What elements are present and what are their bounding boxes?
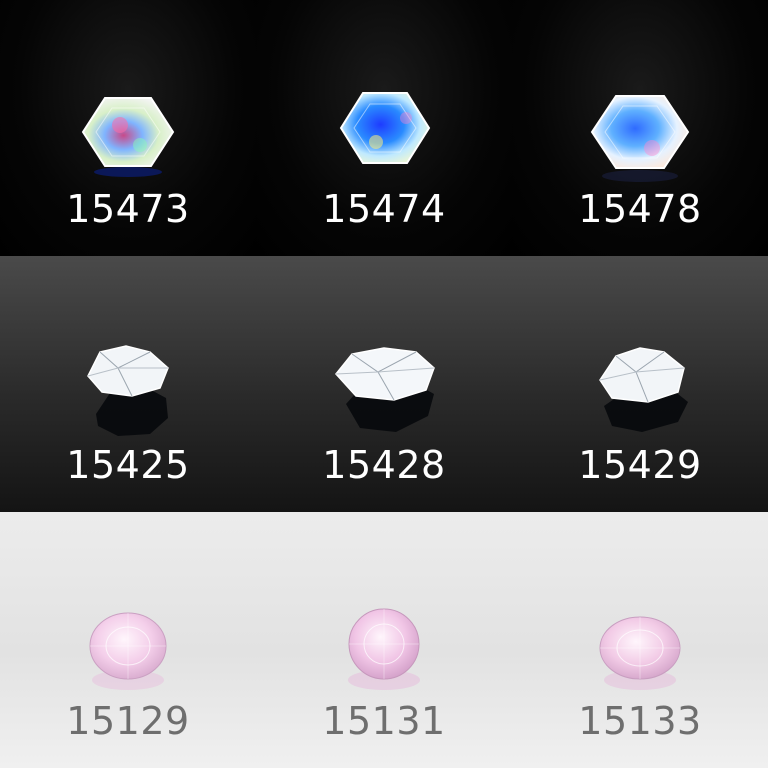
gem-id-label: 15474 bbox=[322, 187, 446, 231]
gem-id-label: 15425 bbox=[66, 443, 190, 487]
gem-id-label: 15131 bbox=[322, 699, 446, 743]
gem-id-label: 15473 bbox=[66, 187, 190, 231]
gem-id-label: 15133 bbox=[578, 699, 702, 743]
gem-tile: 15425 bbox=[0, 256, 256, 512]
gem-id-label: 15478 bbox=[578, 187, 702, 231]
gem-tile: 15474 bbox=[256, 0, 512, 256]
gem-tile: 15429 bbox=[512, 256, 768, 512]
gem-tile: 15478 bbox=[512, 0, 768, 256]
gem-tile: 15428 bbox=[256, 256, 512, 512]
gem-tile: 15133 bbox=[512, 512, 768, 768]
gem-tile: 15129 bbox=[0, 512, 256, 768]
gem-id-label: 15429 bbox=[578, 443, 702, 487]
gem-photo-grid: 15473 15474 15478 15425 15428 15429 1512… bbox=[0, 0, 768, 768]
gem-id-label: 15428 bbox=[322, 443, 446, 487]
gem-tile: 15131 bbox=[256, 512, 512, 768]
gem-id-label: 15129 bbox=[66, 699, 190, 743]
gem-tile: 15473 bbox=[0, 0, 256, 256]
